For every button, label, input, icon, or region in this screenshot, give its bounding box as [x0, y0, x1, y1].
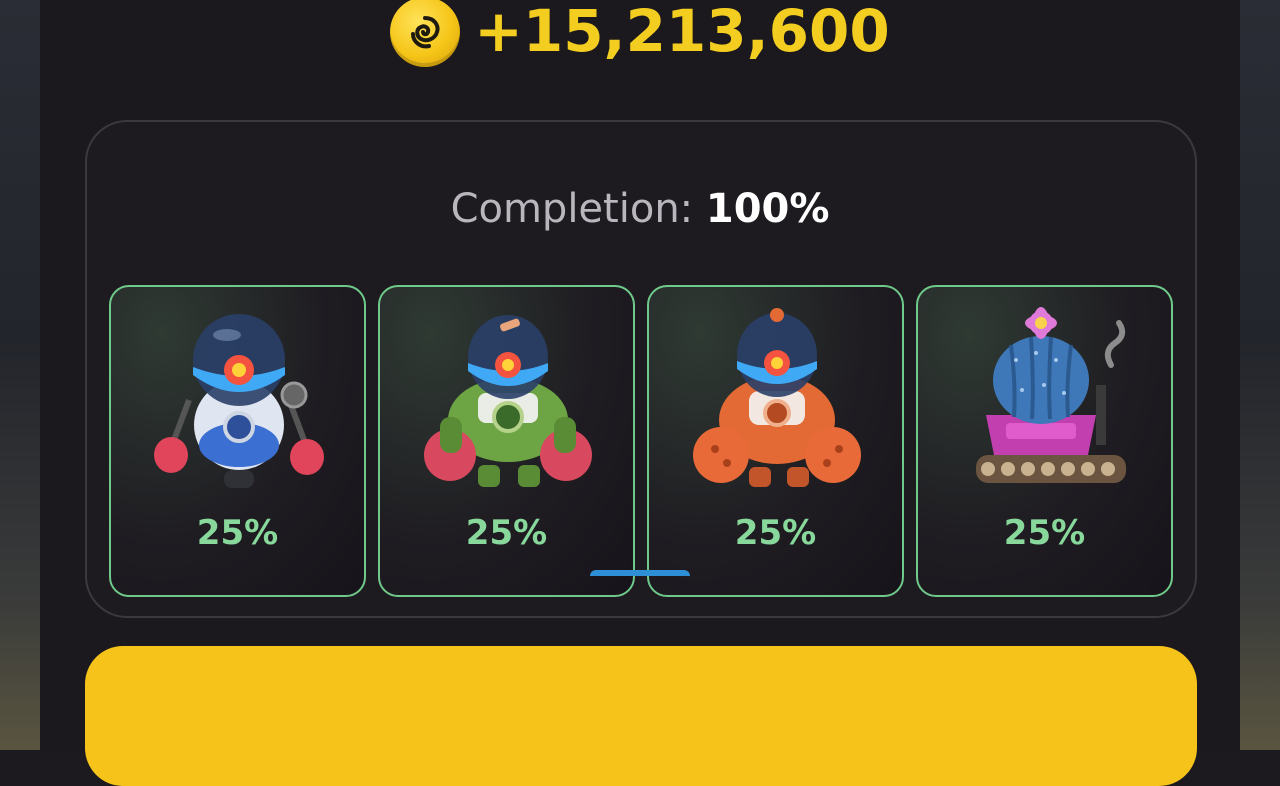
- reward-amount: +15,213,600: [474, 0, 890, 65]
- scroll-indicator: [590, 570, 690, 576]
- character-card[interactable]: 25%: [109, 285, 366, 597]
- reward-header: +15,213,600: [0, 0, 1280, 70]
- completion-value: 100%: [705, 186, 830, 232]
- claim-button[interactable]: [85, 646, 1197, 786]
- card-percent: 25%: [734, 513, 817, 553]
- card-percent: 25%: [1003, 513, 1086, 553]
- completion-status: Completion: 100%: [0, 186, 1280, 232]
- robot-boxer-icon: [154, 314, 324, 488]
- character-card[interactable]: 25%: [916, 285, 1173, 597]
- cactus-tank-icon: [976, 307, 1126, 483]
- orange-mech-icon: [693, 308, 861, 487]
- green-mech-icon: [424, 315, 592, 487]
- coin-icon: [390, 0, 461, 67]
- completion-label: Completion:: [450, 186, 694, 232]
- card-percent: 25%: [465, 513, 548, 553]
- character-card[interactable]: 25%: [647, 285, 904, 597]
- card-percent: 25%: [196, 513, 279, 553]
- character-card[interactable]: 25%: [378, 285, 635, 597]
